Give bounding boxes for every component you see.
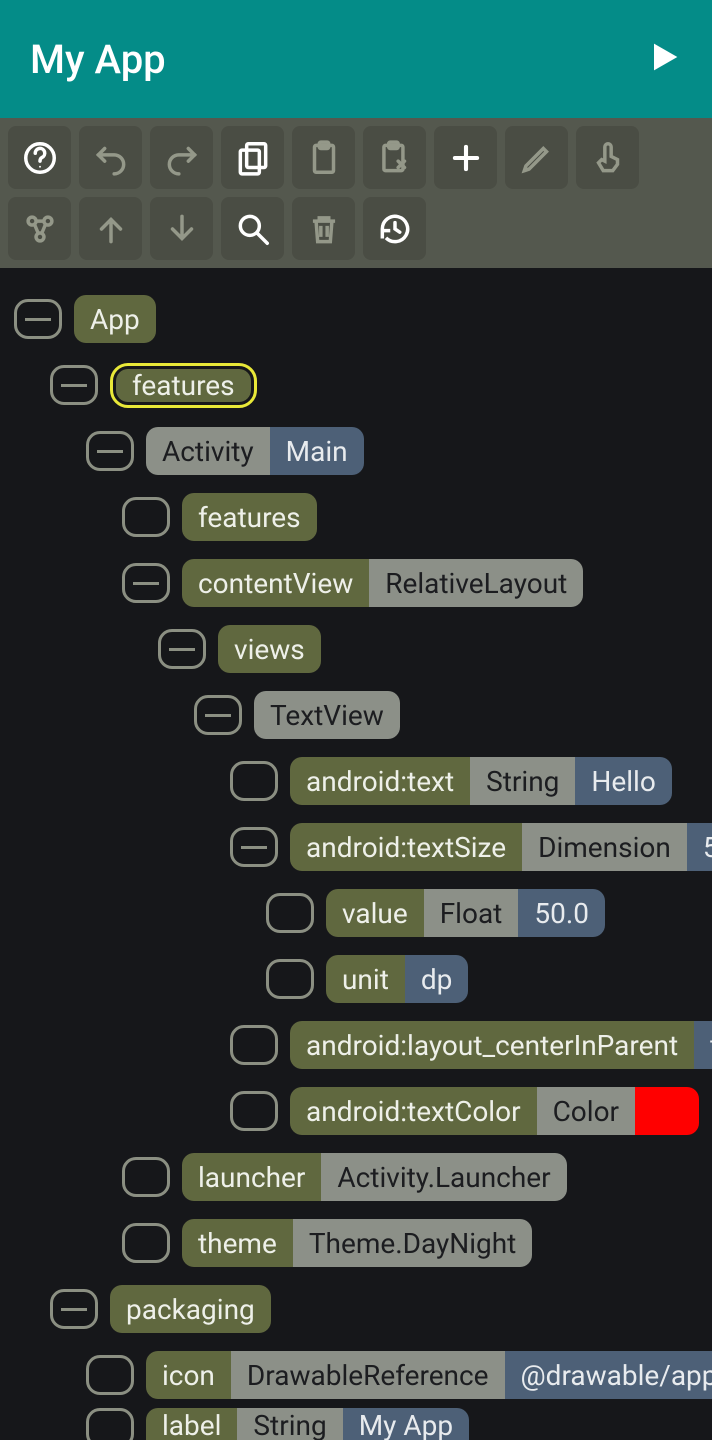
copy-button[interactable] (221, 126, 284, 189)
selection-highlight: features (110, 363, 257, 408)
leaf-toggle[interactable] (86, 1355, 134, 1395)
tree-node-features[interactable]: features (14, 352, 712, 418)
down-button[interactable] (150, 197, 213, 260)
tree-node-app[interactable]: App (14, 286, 712, 352)
node-value: 50.0 (518, 889, 605, 937)
node-label: android:textColor (290, 1087, 537, 1135)
node-type: RelativeLayout (369, 559, 583, 607)
node-type: Activity.Launcher (321, 1153, 566, 1201)
node-label: value (326, 889, 424, 937)
collapse-toggle[interactable] (230, 827, 278, 867)
paste-button[interactable] (363, 126, 426, 189)
node-type: Color (537, 1087, 635, 1135)
node-label: android:textSize (290, 823, 522, 871)
node-value: tr (694, 1021, 712, 1069)
leaf-toggle[interactable] (230, 1091, 278, 1131)
node-label: views (218, 625, 321, 673)
touch-button[interactable] (576, 126, 639, 189)
toolbar (0, 118, 712, 268)
tree-node-centerinparent[interactable]: android:layout_centerInParent tr (14, 1012, 712, 1078)
node-label: packaging (110, 1285, 271, 1333)
node-label: contentView (182, 559, 369, 607)
leaf-toggle[interactable] (122, 1223, 170, 1263)
node-value: Main (270, 427, 364, 475)
tree-node-unit[interactable]: unit dp (14, 946, 712, 1012)
tree-node-activity-main[interactable]: Activity Main (14, 418, 712, 484)
leaf-toggle[interactable] (122, 1157, 170, 1197)
tree-node-textsize[interactable]: android:textSize Dimension 50 (14, 814, 712, 880)
node-type: Dimension (522, 823, 687, 871)
node-type: Activity (146, 427, 270, 475)
node-label: android:text (290, 757, 470, 805)
app-title: My App (30, 36, 166, 83)
collapse-toggle[interactable] (194, 695, 242, 735)
node-value: @drawable/app_i (505, 1351, 712, 1399)
tree-node-views[interactable]: views (14, 616, 712, 682)
tree-node-theme[interactable]: theme Theme.DayNight (14, 1210, 712, 1276)
tree-node-textview[interactable]: TextView (14, 682, 712, 748)
leaf-toggle[interactable] (230, 761, 278, 801)
tree-node-features-inner[interactable]: features (14, 484, 712, 550)
node-value: 50 (687, 823, 712, 871)
search-button[interactable] (221, 197, 284, 260)
node-type: DrawableReference (231, 1351, 505, 1399)
tree-node-value[interactable]: value Float 50.0 (14, 880, 712, 946)
node-value: Hello (575, 757, 671, 805)
tree-node-contentview[interactable]: contentView RelativeLayout (14, 550, 712, 616)
edit-button[interactable] (505, 126, 568, 189)
leaf-toggle[interactable] (266, 893, 314, 933)
workflow-button[interactable] (8, 197, 71, 260)
node-label: android:layout_centerInParent (290, 1021, 694, 1069)
tree-node-launcher[interactable]: launcher Activity.Launcher (14, 1144, 712, 1210)
collapse-toggle[interactable] (50, 365, 98, 405)
collapse-toggle[interactable] (122, 563, 170, 603)
node-label: App (74, 295, 156, 343)
clipboard-button[interactable] (292, 126, 355, 189)
node-value: dp (405, 955, 469, 1003)
node-type: String (237, 1408, 342, 1440)
delete-button[interactable] (292, 197, 355, 260)
node-type: TextView (254, 691, 400, 739)
run-button[interactable] (644, 37, 684, 81)
collapse-toggle[interactable] (50, 1289, 98, 1329)
app-header: My App (0, 0, 712, 118)
leaf-toggle[interactable] (122, 497, 170, 537)
node-type: Float (424, 889, 519, 937)
node-label: features (182, 493, 317, 541)
leaf-toggle[interactable] (266, 959, 314, 999)
help-button[interactable] (8, 126, 71, 189)
node-label: launcher (182, 1153, 321, 1201)
node-label: icon (146, 1351, 231, 1399)
node-label: unit (326, 955, 405, 1003)
history-button[interactable] (363, 197, 426, 260)
tree-view: App features Activity Main features cont… (0, 268, 712, 1440)
leaf-toggle[interactable] (230, 1025, 278, 1065)
collapse-toggle[interactable] (158, 629, 206, 669)
tree-node-textcolor[interactable]: android:textColor Color (14, 1078, 712, 1144)
collapse-toggle[interactable] (14, 299, 62, 339)
tree-node-text[interactable]: android:text String Hello (14, 748, 712, 814)
tree-node-label[interactable]: label String My App (14, 1408, 712, 1440)
undo-button[interactable] (79, 126, 142, 189)
node-label: label (146, 1408, 237, 1440)
node-label: theme (182, 1219, 293, 1267)
up-button[interactable] (79, 197, 142, 260)
tree-node-icon[interactable]: icon DrawableReference @drawable/app_i (14, 1342, 712, 1408)
node-label: features (116, 369, 251, 402)
add-button[interactable] (434, 126, 497, 189)
tree-node-packaging[interactable]: packaging (14, 1276, 712, 1342)
redo-button[interactable] (150, 126, 213, 189)
leaf-toggle[interactable] (86, 1408, 134, 1440)
node-type: Theme.DayNight (293, 1219, 533, 1267)
node-type: String (470, 757, 575, 805)
color-swatch (635, 1087, 699, 1135)
collapse-toggle[interactable] (86, 431, 134, 471)
node-value: My App (343, 1408, 469, 1440)
